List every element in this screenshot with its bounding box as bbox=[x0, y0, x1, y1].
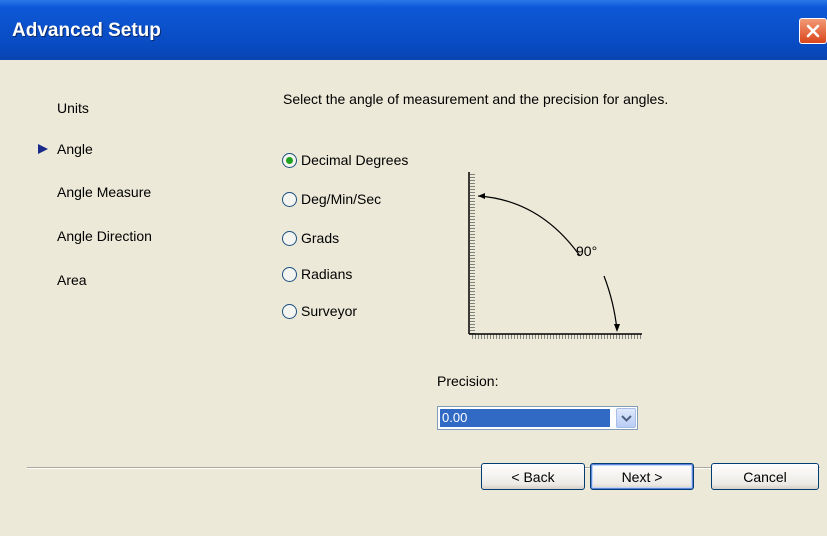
vertical-axis-hatch bbox=[470, 172, 475, 334]
back-button[interactable]: < Back bbox=[481, 463, 585, 490]
radio-button-icon bbox=[282, 230, 297, 246]
angle-arc-upper bbox=[477, 195, 581, 257]
chevron-down-icon bbox=[621, 415, 632, 422]
radio-label: Decimal Degrees bbox=[301, 152, 409, 168]
radio-deg-min-sec[interactable]: Deg/Min/Sec bbox=[282, 189, 381, 209]
precision-dropdown[interactable]: 0.00 bbox=[437, 406, 638, 430]
arrowhead-left-icon bbox=[478, 193, 485, 199]
instruction-text: Select the angle of measurement and the … bbox=[283, 91, 669, 107]
arrowhead-down-icon bbox=[614, 324, 620, 332]
nav-item-units[interactable]: Units bbox=[57, 100, 89, 116]
radio-surveyor[interactable]: Surveyor bbox=[282, 301, 357, 321]
radio-button-icon bbox=[282, 152, 297, 168]
angle-diagram: 90° bbox=[468, 172, 642, 339]
angle-arc-lower bbox=[603, 275, 618, 331]
radio-label: Surveyor bbox=[301, 303, 358, 319]
radio-label: Radians bbox=[301, 266, 353, 282]
radio-button-icon bbox=[282, 191, 297, 207]
nav-item-angle[interactable]: Angle bbox=[57, 141, 93, 157]
precision-label: Precision: bbox=[437, 373, 499, 389]
cancel-button[interactable]: Cancel bbox=[711, 463, 819, 490]
close-button[interactable] bbox=[799, 18, 827, 44]
radio-button-icon bbox=[282, 266, 297, 282]
precision-value: 0.00 bbox=[440, 409, 610, 427]
nav-item-angle-direction[interactable]: Angle Direction bbox=[57, 228, 152, 244]
dropdown-button[interactable] bbox=[616, 408, 636, 428]
next-button[interactable]: Next > bbox=[590, 463, 694, 490]
radio-decimal-degrees[interactable]: Decimal Degrees bbox=[282, 150, 408, 170]
radio-label: Grads bbox=[301, 230, 340, 246]
dialog-body: Units Angle Angle Measure Angle Directio… bbox=[0, 60, 827, 536]
radio-label: Deg/Min/Sec bbox=[301, 191, 382, 207]
current-step-arrow-icon bbox=[38, 144, 48, 154]
nav-item-area[interactable]: Area bbox=[57, 272, 87, 288]
title-bar[interactable]: Advanced Setup bbox=[0, 0, 827, 60]
separator-highlight bbox=[27, 468, 820, 469]
window-title: Advanced Setup bbox=[12, 20, 161, 41]
radio-button-icon bbox=[282, 303, 297, 319]
angle-label: 90° bbox=[576, 243, 597, 259]
close-icon bbox=[806, 24, 820, 38]
radio-grads[interactable]: Grads bbox=[282, 228, 339, 248]
nav-item-angle-measure[interactable]: Angle Measure bbox=[57, 184, 151, 200]
radio-radians[interactable]: Radians bbox=[282, 264, 352, 284]
